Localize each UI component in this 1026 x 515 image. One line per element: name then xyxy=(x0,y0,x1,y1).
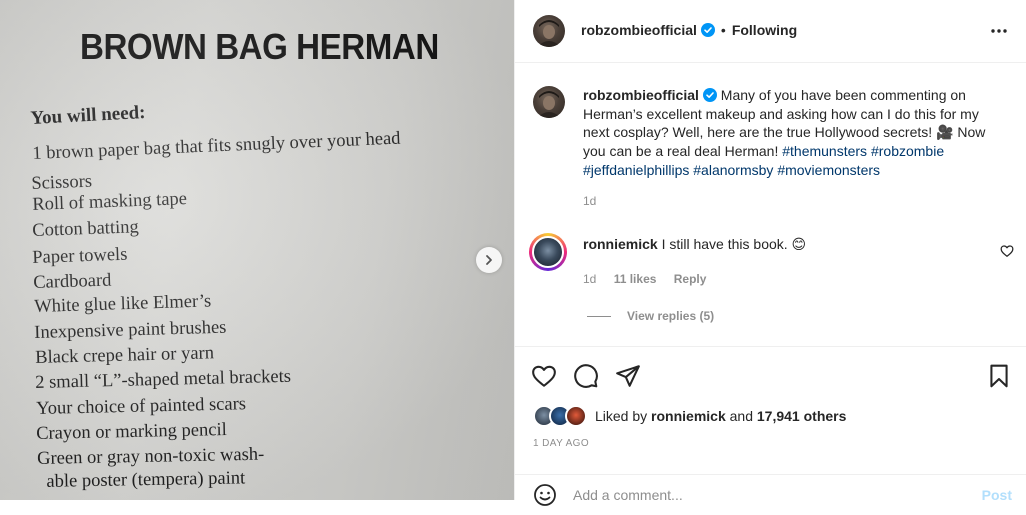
liked-by-user[interactable]: ronniemick xyxy=(651,408,726,424)
avatar[interactable] xyxy=(533,15,565,47)
comment-avatar[interactable] xyxy=(529,233,567,271)
comment-username[interactable]: ronniemick xyxy=(583,236,658,252)
avatar-image xyxy=(537,91,561,118)
hashtag-link[interactable]: #jeffdanielphillips xyxy=(583,162,689,178)
header-separator: • xyxy=(720,22,726,38)
save-button[interactable] xyxy=(986,363,1012,394)
material-item: Scissors xyxy=(31,171,93,194)
comment-icon xyxy=(574,364,598,388)
more-options-icon xyxy=(991,29,1007,33)
more-options-button[interactable] xyxy=(990,22,1008,45)
materials-heading: You will need: xyxy=(30,101,147,129)
chevron-right-icon xyxy=(486,255,492,265)
share-button[interactable] xyxy=(615,363,641,394)
comment-input[interactable]: Add a comment... xyxy=(573,487,683,503)
emoji-picker-button[interactable] xyxy=(533,483,557,512)
heart-icon xyxy=(1000,245,1014,257)
post-caption: robzombieofficial Many of you have been … xyxy=(583,86,1003,210)
hashtag-link[interactable]: #alanormsby xyxy=(693,162,773,178)
avatar-image xyxy=(532,236,564,268)
comment-text: I still have this book. 😊 xyxy=(661,236,807,252)
caption-username[interactable]: robzombieofficial xyxy=(583,87,699,103)
like-button[interactable] xyxy=(531,363,557,394)
liked-by-middle: and xyxy=(729,408,753,424)
verified-badge-icon xyxy=(700,23,715,37)
header-username[interactable]: robzombieofficial xyxy=(581,22,697,38)
liker-avatar xyxy=(565,405,587,427)
caption-avatar[interactable] xyxy=(533,86,565,118)
material-item: White glue like Elmer’s xyxy=(34,291,212,317)
post-header: robzombieofficial • Following xyxy=(515,0,1026,63)
likes-count-link[interactable]: 17,941 others xyxy=(757,408,847,424)
bookmark-icon xyxy=(990,364,1008,388)
material-item: Cardboard xyxy=(33,270,112,293)
post-actions-bar xyxy=(515,346,1026,407)
material-item: 1 brown paper bag that fits snugly over … xyxy=(32,128,401,164)
material-item: 2 small “L”-shaped metal brackets xyxy=(35,366,292,393)
replies-divider xyxy=(587,315,611,317)
material-item: Roll of masking tape xyxy=(32,189,188,215)
avatar-image xyxy=(537,20,561,47)
following-button[interactable]: Following xyxy=(732,22,797,38)
caption-timestamp[interactable]: 1d xyxy=(583,192,1003,211)
post-side-panel: robzombieofficial • Following robzombieo… xyxy=(514,0,1026,506)
material-item: able poster (tempera) paint xyxy=(37,468,246,492)
add-comment-bar: Add a comment... Post xyxy=(515,474,1026,515)
view-replies-button[interactable]: View replies (5) xyxy=(587,309,714,323)
comment-meta: 1d 11 likes Reply xyxy=(583,272,720,286)
post-timestamp[interactable]: 1 DAY AGO xyxy=(533,438,589,449)
comment-button[interactable] xyxy=(573,363,599,394)
emoji-icon xyxy=(534,484,556,506)
heart-icon xyxy=(532,365,556,387)
comment-like-button[interactable] xyxy=(1000,244,1014,263)
book-title: BROWN BAG HERMAN xyxy=(80,26,439,67)
likes-summary: Liked by ronniemick and 17,941 others xyxy=(595,408,846,424)
material-item: Your choice of painted scars xyxy=(36,394,247,419)
comment-body: ronniemick I still have this book. 😊 xyxy=(583,236,983,253)
reply-button[interactable]: Reply xyxy=(674,272,707,286)
post-comment-button[interactable]: Post xyxy=(982,487,1012,503)
material-item: Paper towels xyxy=(32,244,128,268)
comment-timestamp[interactable]: 1d xyxy=(583,272,596,286)
liked-by-row: Liked by ronniemick and 17,941 others xyxy=(533,404,846,428)
post-photo[interactable]: BROWN BAG HERMAN You will need: 1 brown … xyxy=(0,0,514,500)
view-replies-label: View replies (5) xyxy=(627,309,715,323)
material-item: Cotton batting xyxy=(32,217,140,241)
comment-likes-count[interactable]: 11 likes xyxy=(614,272,657,286)
next-photo-button[interactable] xyxy=(476,247,502,273)
material-item: Inexpensive paint brushes xyxy=(34,317,227,343)
material-item: Green or gray non-toxic wash- xyxy=(37,444,265,469)
hashtag-link[interactable]: #themunsters xyxy=(782,143,867,159)
material-item: Black crepe hair or yarn xyxy=(35,343,215,368)
hashtag-link[interactable]: #moviemonsters xyxy=(777,162,880,178)
verified-badge-icon xyxy=(702,88,717,102)
material-item: Crayon or marking pencil xyxy=(36,420,227,444)
instagram-post-view: BROWN BAG HERMAN You will need: 1 brown … xyxy=(0,0,1026,506)
share-icon xyxy=(616,365,640,387)
hashtag-link[interactable]: #robzombie xyxy=(871,143,944,159)
liked-by-prefix: Liked by xyxy=(595,408,648,424)
